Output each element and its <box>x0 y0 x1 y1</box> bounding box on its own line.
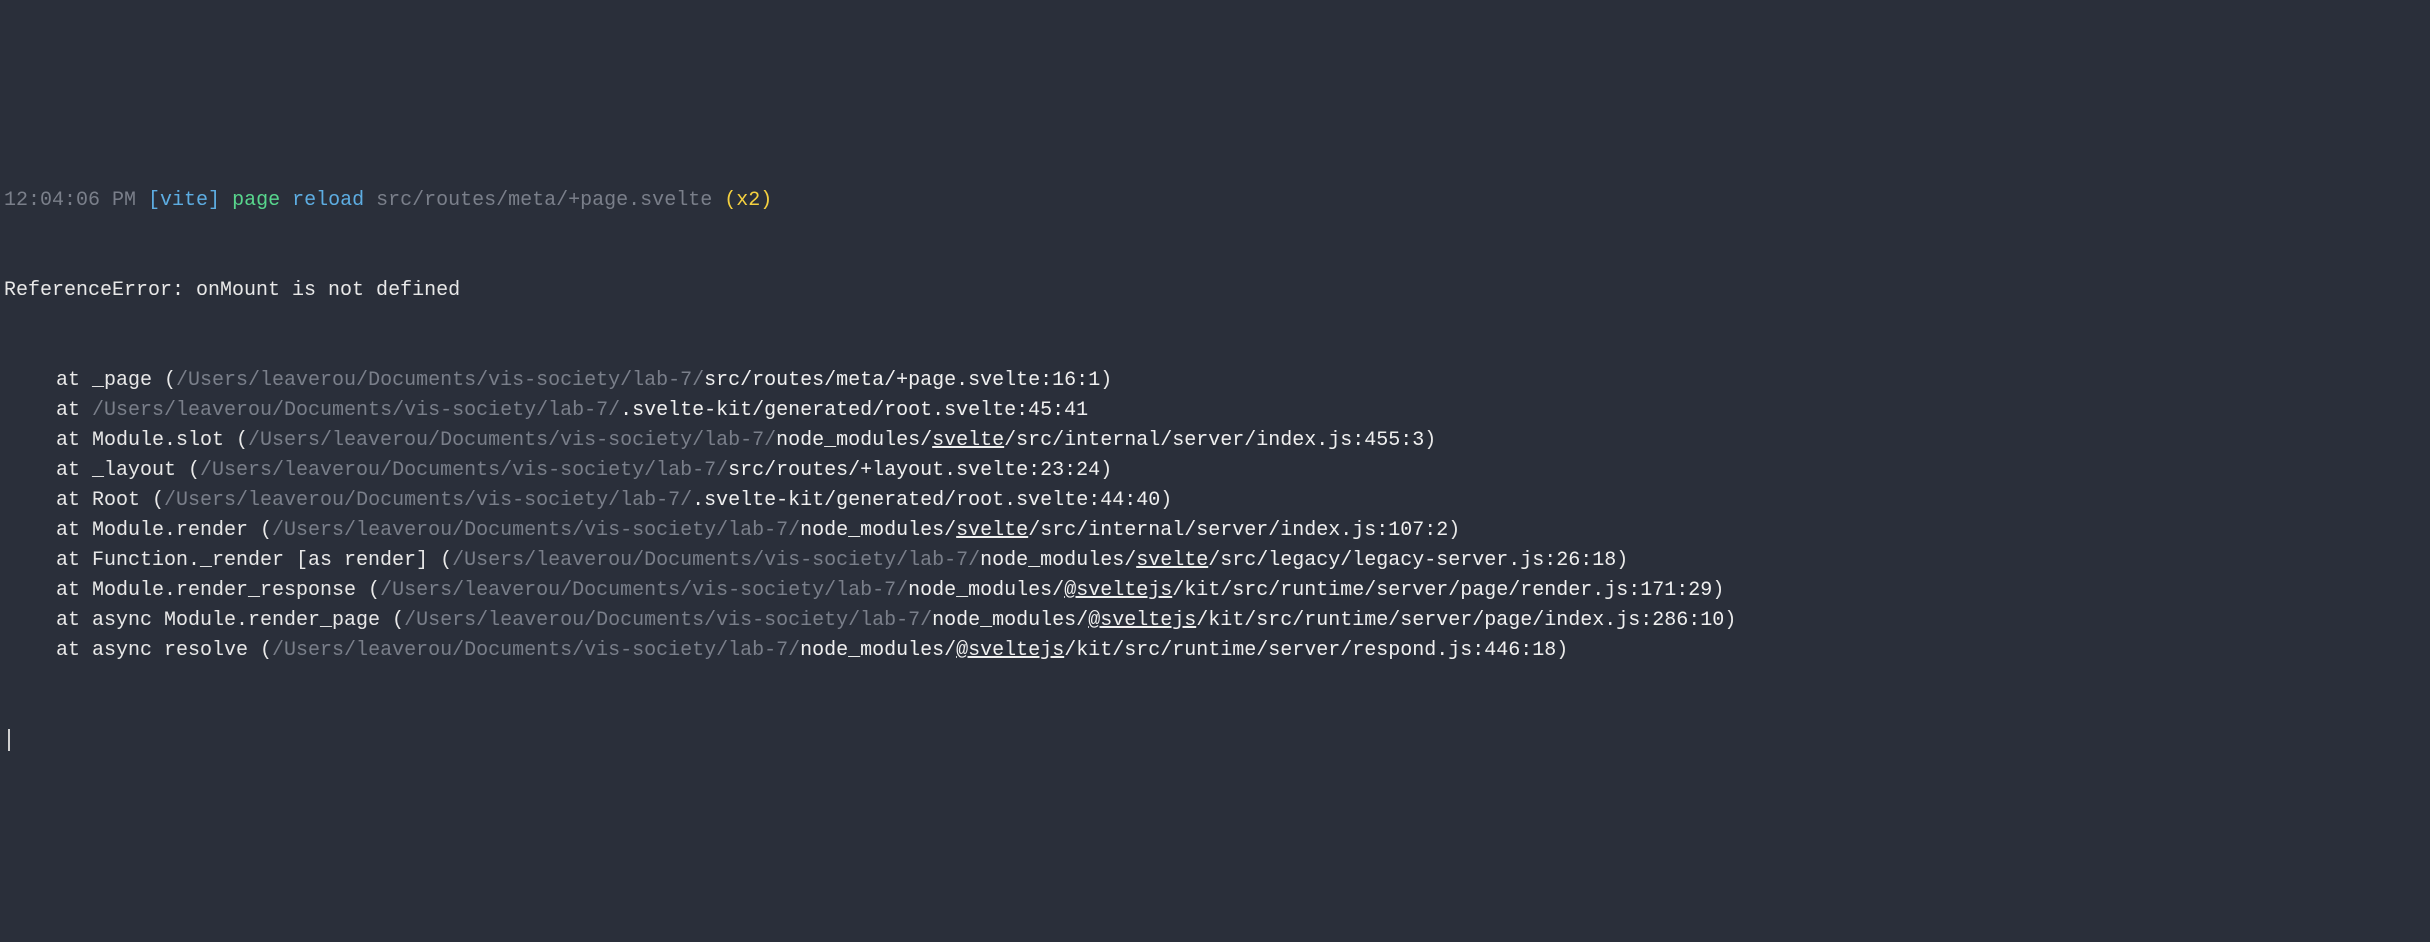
stack-frame: at _layout (/Users/leaverou/Documents/vi… <box>4 456 2426 486</box>
stack-package-link[interactable]: svelte <box>956 519 1028 542</box>
stack-frame: at Module.render (/Users/leaverou/Docume… <box>4 516 2426 546</box>
stack-dim-path: /Users/leaverou/Documents/vis-society/la… <box>272 639 800 662</box>
stack-frame: at Function._render [as render] (/Users/… <box>4 546 2426 576</box>
reload-file: src/routes/meta/+page.svelte <box>376 189 712 212</box>
stack-path-before: src/routes/+layout.svelte:23:24 <box>728 459 1100 482</box>
stack-dim-path: /Users/leaverou/Documents/vis-society/la… <box>452 549 980 572</box>
stack-prefix: at Module.render ( <box>56 519 272 542</box>
stack-prefix: at Function._render [as render] ( <box>56 549 452 572</box>
stack-frame: at Module.render_response (/Users/leaver… <box>4 576 2426 606</box>
page-word: page <box>232 189 280 212</box>
stack-suffix: ) <box>1160 489 1172 512</box>
stack-frame: at Module.slot (/Users/leaverou/Document… <box>4 426 2426 456</box>
stack-path-after: /src/internal/server/index.js:107:2 <box>1028 519 1448 542</box>
vite-reload-line: 12:04:06 PM [vite] page reload src/route… <box>4 186 2426 216</box>
timestamp: 12:04:06 PM <box>4 189 136 212</box>
stack-package-link[interactable]: @sveltejs <box>956 639 1064 662</box>
stack-path-before: src/routes/meta/+page.svelte:16:1 <box>704 369 1100 392</box>
reload-word: reload <box>292 189 364 212</box>
prompt-line <box>4 726 2426 756</box>
stack-path-after: /src/legacy/legacy-server.js:26:18 <box>1208 549 1616 572</box>
stack-frame: at Root (/Users/leaverou/Documents/vis-s… <box>4 486 2426 516</box>
error-message: ReferenceError: onMount is not defined <box>4 276 2426 306</box>
cursor <box>8 729 10 751</box>
stack-path-before: .svelte-kit/generated/root.svelte:45:41 <box>620 399 1088 422</box>
stack-dim-path: /Users/leaverou/Documents/vis-society/la… <box>200 459 728 482</box>
stack-prefix: at _page ( <box>56 369 176 392</box>
stack-suffix: ) <box>1424 429 1436 452</box>
stack-dim-path: /Users/leaverou/Documents/vis-society/la… <box>248 429 776 452</box>
stack-prefix: at Module.slot ( <box>56 429 248 452</box>
stack-prefix: at _layout ( <box>56 459 200 482</box>
stack-dim-path: /Users/leaverou/Documents/vis-society/la… <box>176 369 704 392</box>
stack-suffix: ) <box>1616 549 1628 572</box>
stack-path-before: node_modules/ <box>980 549 1136 572</box>
stack-suffix: ) <box>1448 519 1460 542</box>
stack-suffix: ) <box>1100 369 1112 392</box>
stack-path-after: /kit/src/runtime/server/page/render.js:1… <box>1172 579 1712 602</box>
stack-package-link[interactable]: @sveltejs <box>1088 609 1196 632</box>
stack-prefix: at <box>56 399 92 422</box>
stack-package-link[interactable]: svelte <box>1136 549 1208 572</box>
stack-frame: at async resolve (/Users/leaverou/Docume… <box>4 636 2426 666</box>
stack-path-before: node_modules/ <box>800 639 956 662</box>
stack-path-after: /src/internal/server/index.js:455:3 <box>1004 429 1424 452</box>
stack-suffix: ) <box>1100 459 1112 482</box>
stack-path-after: /kit/src/runtime/server/page/index.js:28… <box>1196 609 1724 632</box>
stack-dim-path: /Users/leaverou/Documents/vis-society/la… <box>380 579 908 602</box>
stack-path-before: node_modules/ <box>800 519 956 542</box>
stack-prefix: at Root ( <box>56 489 164 512</box>
stack-path-after: /kit/src/runtime/server/respond.js:446:1… <box>1064 639 1556 662</box>
stack-package-link[interactable]: svelte <box>932 429 1004 452</box>
stack-frame: at /Users/leaverou/Documents/vis-society… <box>4 396 2426 426</box>
stack-dim-path: /Users/leaverou/Documents/vis-society/la… <box>164 489 692 512</box>
stack-package-link[interactable]: @sveltejs <box>1064 579 1172 602</box>
stack-suffix: ) <box>1556 639 1568 662</box>
stack-path-before: node_modules/ <box>932 609 1088 632</box>
stack-trace: at _page (/Users/leaverou/Documents/vis-… <box>4 366 2426 666</box>
vite-label: [vite] <box>148 189 220 212</box>
terminal-output[interactable]: 12:04:06 PM [vite] page reload src/route… <box>4 126 2426 786</box>
stack-frame: at _page (/Users/leaverou/Documents/vis-… <box>4 366 2426 396</box>
stack-dim-path: /Users/leaverou/Documents/vis-society/la… <box>92 399 620 422</box>
stack-dim-path: /Users/leaverou/Documents/vis-society/la… <box>404 609 932 632</box>
stack-dim-path: /Users/leaverou/Documents/vis-society/la… <box>272 519 800 542</box>
stack-prefix: at async Module.render_page ( <box>56 609 404 632</box>
stack-suffix: ) <box>1712 579 1724 602</box>
stack-suffix: ) <box>1724 609 1736 632</box>
stack-path-before: node_modules/ <box>776 429 932 452</box>
stack-prefix: at async resolve ( <box>56 639 272 662</box>
reload-count: (x2) <box>724 189 772 212</box>
stack-path-before: node_modules/ <box>908 579 1064 602</box>
stack-prefix: at Module.render_response ( <box>56 579 380 602</box>
stack-path-before: .svelte-kit/generated/root.svelte:44:40 <box>692 489 1160 512</box>
stack-frame: at async Module.render_page (/Users/leav… <box>4 606 2426 636</box>
